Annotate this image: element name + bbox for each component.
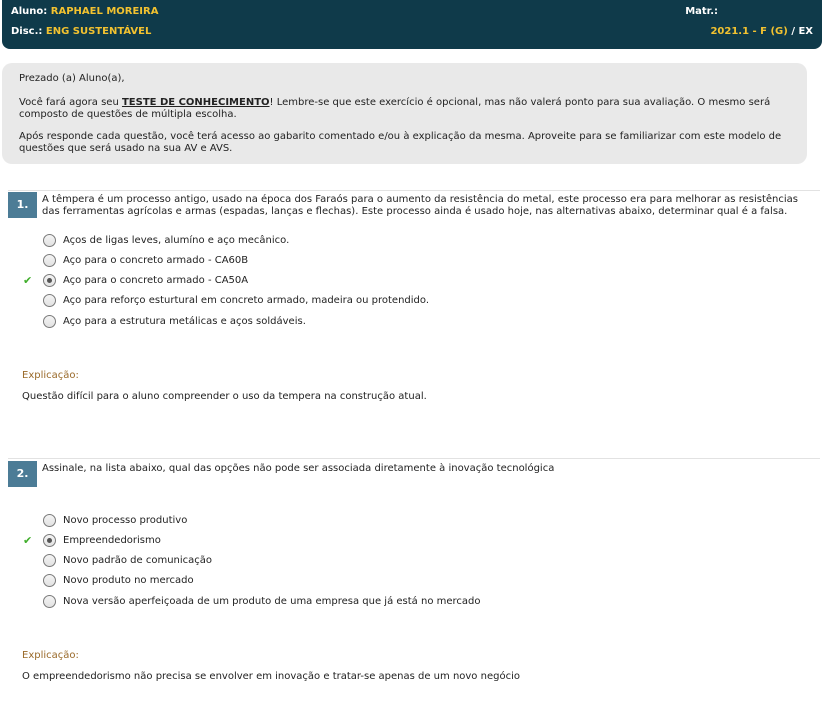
instructions-paragraph-2: Após responde cada questão, você terá ac… <box>19 131 782 154</box>
disc-name: ENG SUSTENTÁVEL <box>45 26 152 37</box>
radio-button[interactable] <box>43 234 56 247</box>
option-label: Aço para a estrutura metálicas e aços so… <box>63 316 306 327</box>
test-title: TESTE DE CONHECIMENTO <box>121 97 270 108</box>
checkmark-icon: ✔ <box>23 534 33 547</box>
radio-button[interactable] <box>43 595 56 608</box>
disc-label: Disc.: <box>11 26 43 37</box>
question-text: A têmpera é um processo antigo, usado na… <box>42 194 798 217</box>
radio-button[interactable] <box>43 574 56 587</box>
radio-button[interactable] <box>43 254 56 267</box>
aluno-label: Aluno: <box>11 6 48 17</box>
question-number: 2. <box>8 461 37 487</box>
instructions-panel: Prezado (a) Aluno(a), Você fará agora se… <box>2 63 807 164</box>
option-label: Aço para reforço esturtural em concreto … <box>63 295 430 306</box>
option-label: Aço para o concreto armado - CA60B <box>63 255 249 266</box>
header-row-student: Aluno: RAPHAEL MOREIRA Matr.: <box>11 6 813 17</box>
checkmark-icon: ✔ <box>23 274 33 287</box>
radio-button-selected[interactable] <box>43 534 56 547</box>
option-label: Novo padrão de comunicação <box>63 555 213 566</box>
matr-label: Matr.: <box>685 6 718 17</box>
radio-button[interactable] <box>43 315 56 328</box>
radio-button[interactable] <box>43 514 56 527</box>
period-info: 2021.1 - F (G) / EX <box>710 26 813 37</box>
option-label: Aços de ligas leves, alumíno e aço mecân… <box>63 235 290 246</box>
option-label: Empreendedorismo <box>63 535 161 546</box>
option-label: Nova versão aperfeiçoada de um produto d… <box>63 596 481 607</box>
question-number: 1. <box>8 192 37 218</box>
question-divider <box>8 190 820 191</box>
option-label: Novo processo produtivo <box>63 515 188 526</box>
greeting: Prezado (a) Aluno(a), <box>19 73 125 84</box>
instructions-paragraph-1: Você fará agora seu TESTE DE CONHECIMENT… <box>19 97 789 121</box>
explanation-label: Explicação: <box>22 370 79 381</box>
explanation-label: Explicação: <box>22 650 79 661</box>
period-separator: / <box>791 26 795 37</box>
header-row-discipline: Disc.: ENG SUSTENTÁVEL 2021.1 - F (G) / … <box>11 26 813 37</box>
p1-text-start: Você fará agora seu <box>19 97 122 108</box>
radio-button[interactable] <box>43 554 56 567</box>
question-text: Assinale, na lista abaixo, qual das opçõ… <box>42 463 555 474</box>
student-header: Aluno: RAPHAEL MOREIRA Matr.: Disc.: ENG… <box>2 0 822 49</box>
option-label: Aço para o concreto armado - CA50A <box>63 275 249 286</box>
explanation-text: Questão difícil para o aluno compreender… <box>22 391 427 402</box>
radio-button-selected[interactable] <box>43 274 56 287</box>
exercise-mode: EX <box>798 26 813 37</box>
explanation-text: O empreendedorismo não precisa se envolv… <box>22 671 520 682</box>
question-divider <box>8 458 820 459</box>
period-code: 2021.1 - F (G) <box>710 26 788 37</box>
option-label: Novo produto no mercado <box>63 575 194 586</box>
aluno-name: RAPHAEL MOREIRA <box>50 6 159 17</box>
radio-button[interactable] <box>43 294 56 307</box>
